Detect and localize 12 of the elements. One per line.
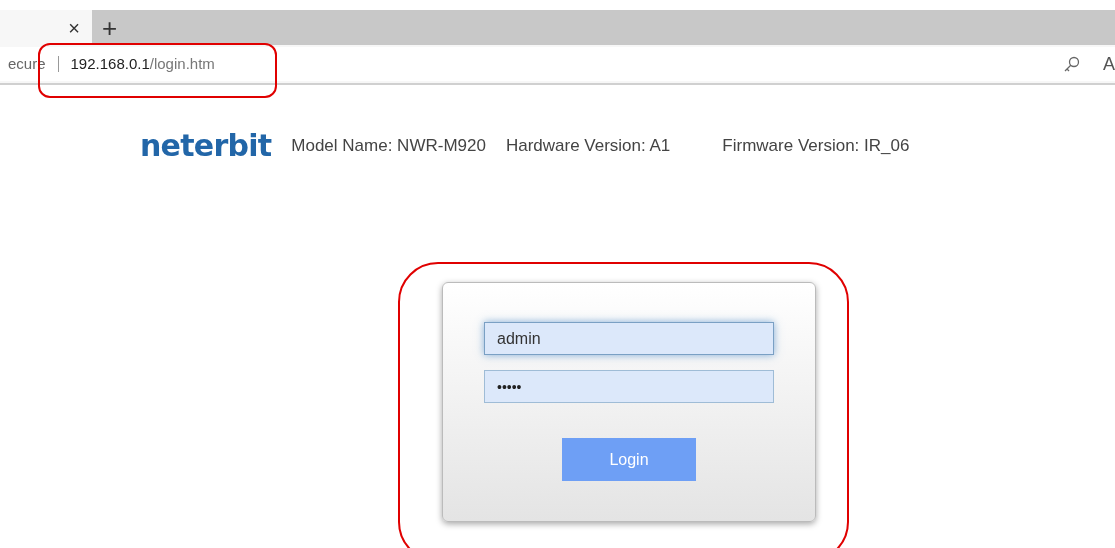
- url-text[interactable]: 192.168.0.1/login.htm: [70, 52, 215, 76]
- model-name: Model Name: NWR-M920: [291, 135, 486, 158]
- username-field[interactable]: admin: [484, 322, 774, 355]
- new-tab-button[interactable]: +: [100, 10, 120, 45]
- read-aloud-button[interactable]: A: [1103, 50, 1115, 78]
- browser-tab[interactable]: ×: [0, 10, 92, 45]
- password-field[interactable]: •••••: [484, 370, 774, 403]
- brand-logo: neterbit: [140, 131, 272, 161]
- close-icon[interactable]: ×: [68, 17, 80, 38]
- firmware-version: Firmware Version: IR_06: [722, 135, 910, 158]
- key-icon[interactable]: [1063, 55, 1081, 73]
- hardware-version: Hardware Version: A1: [505, 135, 671, 158]
